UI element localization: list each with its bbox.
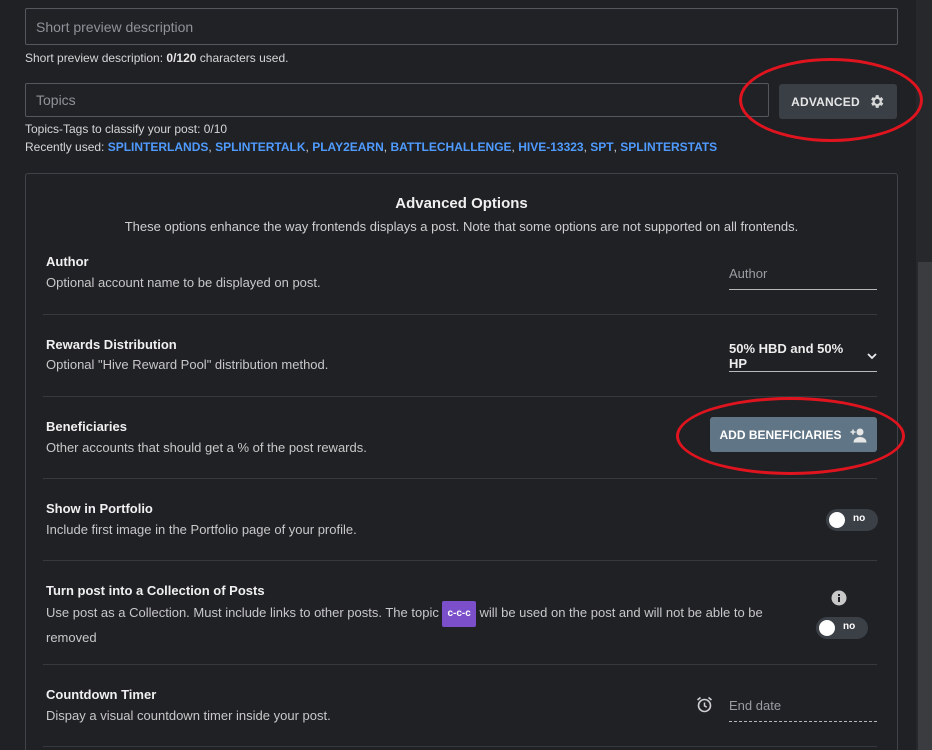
rewards-select[interactable]: 50% HBD and 50% HP bbox=[729, 340, 877, 372]
highlight-oval-beneficiaries bbox=[676, 397, 905, 475]
divider bbox=[43, 478, 877, 479]
recent-tag-link[interactable]: SPLINTERSTATS bbox=[620, 140, 717, 154]
collection-title: Turn post into a Collection of Posts bbox=[46, 583, 265, 598]
author-title: Author bbox=[46, 254, 89, 269]
author-field[interactable] bbox=[729, 258, 877, 290]
portfolio-toggle[interactable]: no bbox=[826, 509, 878, 531]
divider bbox=[43, 560, 877, 561]
short-preview-counter-suffix: characters used. bbox=[196, 51, 289, 65]
short-preview-counter-value: 0/120 bbox=[166, 51, 197, 65]
portfolio-title: Show in Portfolio bbox=[46, 501, 153, 516]
divider bbox=[43, 664, 877, 665]
collection-desc-before: Use post as a Collection. Must include l… bbox=[46, 605, 443, 620]
portfolio-toggle-label: no bbox=[853, 513, 866, 524]
recent-tag-link[interactable]: PLAY2EARN bbox=[312, 140, 384, 154]
divider bbox=[43, 746, 877, 747]
short-preview-counter: Short preview description: 0/120 charact… bbox=[25, 51, 288, 65]
countdown-title: Countdown Timer bbox=[46, 687, 157, 702]
rewards-title: Rewards Distribution bbox=[46, 337, 177, 352]
author-desc: Optional account name to be displayed on… bbox=[46, 275, 321, 290]
highlight-oval-advanced bbox=[739, 58, 923, 142]
countdown-desc: Dispay a visual countdown timer inside y… bbox=[46, 708, 331, 723]
collection-toggle-label: no bbox=[843, 621, 856, 632]
toggle-knob bbox=[829, 512, 845, 528]
recent-tags-list: SPLINTERLANDS, SPLINTERTALK, PLAY2EARN, … bbox=[108, 140, 717, 154]
info-icon[interactable] bbox=[831, 590, 847, 606]
portfolio-desc: Include first image in the Portfolio pag… bbox=[46, 522, 357, 537]
recent-tag-link[interactable]: SPT bbox=[590, 140, 613, 154]
recently-used-row: Recently used: SPLINTERLANDS, SPLINTERTA… bbox=[25, 140, 717, 154]
ccc-badge: c-c-c bbox=[442, 601, 476, 627]
short-preview-field[interactable] bbox=[25, 8, 898, 45]
toggle-knob bbox=[819, 620, 835, 636]
beneficiaries-desc: Other accounts that should get a % of th… bbox=[46, 440, 367, 455]
topics-field[interactable] bbox=[25, 83, 769, 117]
end-date-field[interactable] bbox=[729, 690, 877, 722]
recent-tag-link[interactable]: SPLINTERLANDS bbox=[108, 140, 209, 154]
author-input[interactable] bbox=[729, 258, 877, 289]
recent-tag-link[interactable]: SPLINTERTALK bbox=[215, 140, 305, 154]
collection-toggle[interactable]: no bbox=[816, 617, 868, 639]
topics-hint: Topics-Tags to classify your post: 0/10 bbox=[25, 122, 228, 136]
recently-used-label: Recently used: bbox=[25, 140, 108, 154]
divider bbox=[43, 314, 877, 315]
divider bbox=[43, 396, 877, 397]
alarm-clock-icon bbox=[696, 696, 713, 713]
rewards-selected-value: 50% HBD and 50% HP bbox=[729, 340, 844, 371]
short-preview-counter-label: Short preview description: bbox=[25, 51, 167, 65]
advanced-options-subtitle: These options enhance the way frontends … bbox=[124, 219, 799, 234]
rewards-desc: Optional "Hive Reward Pool" distribution… bbox=[46, 357, 329, 372]
beneficiaries-title: Beneficiaries bbox=[46, 419, 127, 434]
recent-tag-link[interactable]: HIVE-13323 bbox=[518, 140, 583, 154]
short-preview-input[interactable] bbox=[26, 9, 897, 44]
collection-desc: Use post as a Collection. Must include l… bbox=[46, 601, 786, 649]
scrollbar-thumb[interactable] bbox=[918, 262, 932, 750]
topics-input[interactable] bbox=[26, 84, 768, 116]
chevron-down-icon bbox=[867, 351, 877, 361]
recent-tag-link[interactable]: BATTLECHALLENGE bbox=[390, 140, 511, 154]
advanced-options-title: Advanced Options bbox=[395, 195, 528, 212]
end-date-input[interactable] bbox=[729, 690, 877, 721]
